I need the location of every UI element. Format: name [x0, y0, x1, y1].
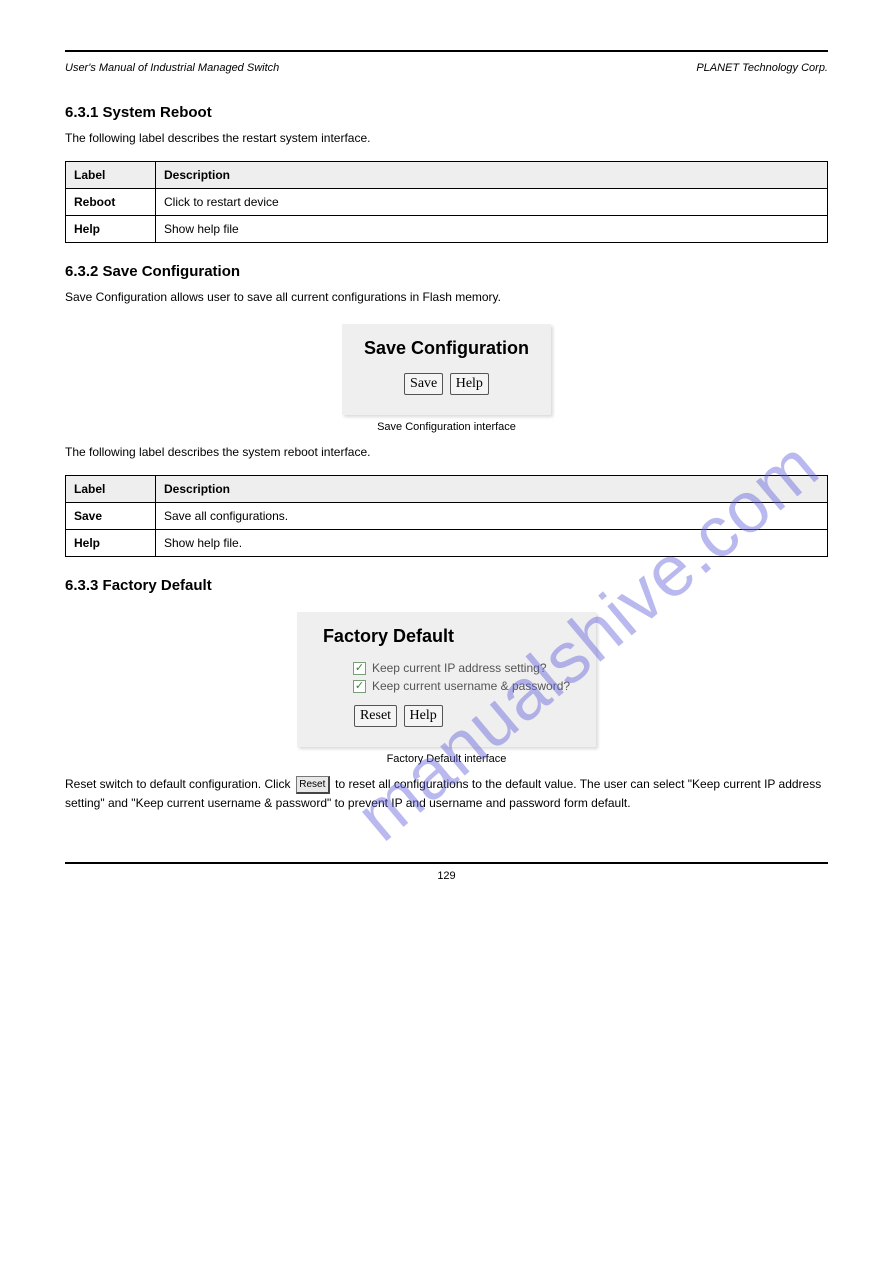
- section-632-intro: Save Configuration allows user to save a…: [65, 288, 828, 306]
- page-number: 129: [65, 870, 828, 882]
- table-631: Label Description Reboot Click to restar…: [65, 161, 828, 243]
- cell-label: Help: [66, 530, 156, 557]
- check-icon: ✓: [355, 663, 364, 674]
- cell-label: Help: [66, 216, 156, 243]
- section-633-title: 6.3.3 Factory Default: [65, 577, 828, 594]
- save-button[interactable]: Save: [404, 373, 443, 395]
- factory-default-title: Factory Default: [323, 626, 570, 647]
- table-row: Reboot Click to restart device: [66, 189, 828, 216]
- check-icon: ✓: [355, 681, 364, 692]
- cell-desc: Click to restart device: [156, 189, 828, 216]
- table-row: Help Show help file: [66, 216, 828, 243]
- th-label: Label: [66, 476, 156, 503]
- th-desc: Description: [156, 162, 828, 189]
- keep-user-row: ✓ Keep current username & password?: [353, 679, 570, 693]
- save-config-title: Save Configuration: [364, 338, 529, 359]
- header-left: User's Manual of Industrial Managed Swit…: [65, 62, 279, 74]
- header-right: PLANET Technology Corp.: [696, 62, 828, 74]
- section-631-title: 6.3.1 System Reboot: [65, 104, 828, 121]
- th-label: Label: [66, 162, 156, 189]
- save-config-panel: Save Configuration Save Help: [342, 324, 551, 415]
- table-632: Label Description Save Save all configur…: [65, 475, 828, 557]
- page-container: { "header": { "left": "User's Manual of …: [0, 0, 893, 942]
- footer-rule: [65, 862, 828, 864]
- keep-ip-label: Keep current IP address setting?: [372, 661, 547, 675]
- section-632-title: 6.3.2 Save Configuration: [65, 263, 828, 280]
- save-config-buttons: Save Help: [364, 373, 529, 395]
- th-desc: Description: [156, 476, 828, 503]
- factory-default-panel: Factory Default ✓ Keep current IP addres…: [297, 612, 596, 747]
- header-row: User's Manual of Industrial Managed Swit…: [65, 62, 828, 74]
- cell-label: Save: [66, 503, 156, 530]
- save-config-caption: Save Configuration interface: [65, 421, 828, 433]
- help-button[interactable]: Help: [404, 705, 443, 727]
- section-631-intro: The following label describes the restar…: [65, 129, 828, 147]
- body-before: Reset switch to default configuration. C…: [65, 777, 294, 791]
- keep-user-checkbox[interactable]: ✓: [353, 680, 366, 693]
- help-button[interactable]: Help: [450, 373, 489, 395]
- header-rule: [65, 50, 828, 52]
- reset-button[interactable]: Reset: [354, 705, 397, 727]
- factory-default-caption: Factory Default interface: [65, 753, 828, 765]
- section-632-desc-intro: The following label describes the system…: [65, 443, 828, 461]
- cell-desc: Show help file: [156, 216, 828, 243]
- keep-ip-row: ✓ Keep current IP address setting?: [353, 661, 570, 675]
- keep-user-label: Keep current username & password?: [372, 679, 570, 693]
- cell-desc: Save all configurations.: [156, 503, 828, 530]
- inline-reset-button: Reset: [296, 776, 330, 794]
- cell-label: Reboot: [66, 189, 156, 216]
- factory-default-panel-wrap: Factory Default ✓ Keep current IP addres…: [65, 612, 828, 765]
- keep-ip-checkbox[interactable]: ✓: [353, 662, 366, 675]
- table-row: Help Show help file.: [66, 530, 828, 557]
- table-header-row: Label Description: [66, 476, 828, 503]
- save-config-panel-wrap: Save Configuration Save Help Save Config…: [65, 324, 828, 433]
- table-row: Save Save all configurations.: [66, 503, 828, 530]
- section-633-body: Reset switch to default configuration. C…: [65, 775, 828, 812]
- table-header-row: Label Description: [66, 162, 828, 189]
- cell-desc: Show help file.: [156, 530, 828, 557]
